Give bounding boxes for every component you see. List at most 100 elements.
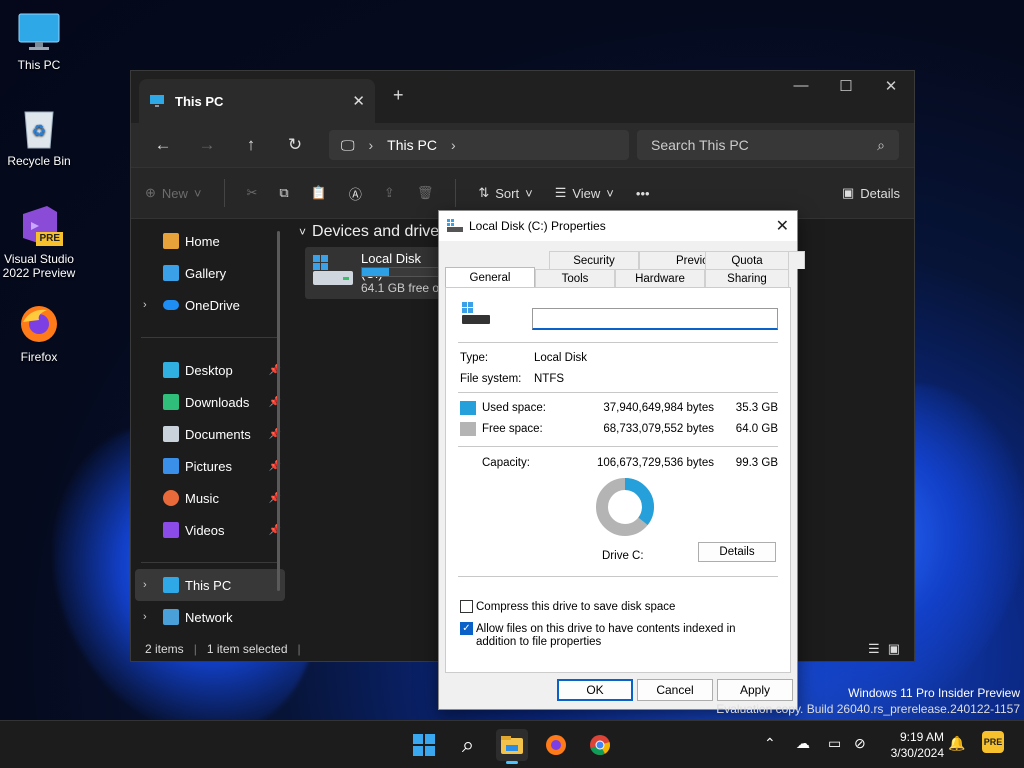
tab-hardware[interactable]: Hardware — [615, 269, 705, 287]
rename-icon[interactable]: Ⓐ — [349, 184, 362, 203]
close-window-icon[interactable]: ✕ — [871, 77, 911, 95]
view-icon: ☰ — [554, 185, 567, 200]
tab-general[interactable]: General — [445, 267, 535, 287]
chevron-right-icon[interactable]: › — [143, 299, 147, 311]
apply-button[interactable]: Apply — [717, 679, 793, 701]
nav-label: This PC — [185, 577, 232, 593]
dialog-title: Local Disk (C:) Properties — [469, 219, 606, 233]
tab-security[interactable]: Security — [549, 251, 639, 269]
desktop-icon-label: Firefox — [20, 350, 58, 364]
maximize-icon[interactable]: ☐ — [826, 77, 866, 95]
tab-this-pc[interactable]: This PC ✕ — [139, 79, 375, 123]
chevron-down-icon: ˅ — [299, 225, 307, 239]
divider — [458, 392, 778, 393]
file-system-value: NTFS — [534, 373, 565, 385]
share-icon[interactable]: ⇪ — [384, 185, 395, 201]
desktop-icon-firefox[interactable]: Firefox — [0, 302, 78, 364]
start-icon[interactable] — [408, 729, 440, 761]
search-placeholder: Search This PC — [651, 137, 749, 153]
nav-item-gallery[interactable]: Gallery — [131, 257, 289, 289]
nav-scrollbar[interactable] — [277, 231, 280, 591]
search-input[interactable]: Search This PC ⌕ — [637, 130, 899, 160]
nav-item-desktop[interactable]: Desktop 📌 — [131, 354, 289, 386]
properties-dialog: Local Disk (C:) Properties ✕ Security Pr… — [438, 210, 805, 710]
cloud-icon — [163, 300, 179, 310]
desktop-icon-recycle-bin[interactable]: ♻ Recycle Bin — [0, 106, 78, 168]
nav-divider — [141, 337, 279, 338]
cancel-button[interactable]: Cancel — [637, 679, 713, 701]
new-button[interactable]: ⊕ New ˅ — [145, 185, 202, 201]
nav-item-network[interactable]: › Network — [131, 601, 289, 633]
search-icon[interactable]: ⌕ — [452, 729, 484, 761]
paste-icon[interactable]: 📋 — [311, 185, 327, 201]
desktop-icon-this-pc[interactable]: This PC — [0, 10, 78, 72]
nav-item-videos[interactable]: Videos 📌 — [131, 514, 289, 546]
back-arrow-icon[interactable]: ← — [141, 135, 185, 155]
selection-count: 1 item selected — [206, 642, 288, 656]
minimize-icon[interactable]: — — [781, 77, 821, 94]
delete-icon[interactable]: 🗑 — [417, 185, 434, 201]
desktop-icon-visual-studio[interactable]: PRE Visual Studio 2022 Preview — [0, 204, 78, 280]
details-button[interactable]: Details — [698, 542, 776, 562]
chevron-right-icon[interactable]: › — [143, 611, 147, 623]
details-view-icon[interactable]: ☰ — [868, 641, 880, 657]
tab-sharing[interactable]: Sharing — [705, 269, 789, 287]
general-tab-panel: Type: Local Disk File system: NTFS Used … — [445, 287, 791, 673]
chevron-up-icon[interactable]: ⌃ — [764, 735, 776, 752]
more-options-button[interactable]: ••• — [636, 186, 650, 201]
index-checkbox[interactable]: ✓ — [460, 622, 473, 635]
toolbar-divider — [223, 179, 225, 207]
onedrive-offline-icon[interactable]: ☁ — [796, 735, 810, 752]
ok-button[interactable]: OK — [557, 679, 633, 701]
close-tab-icon[interactable]: ✕ — [352, 92, 365, 110]
compress-label: Compress this drive to save disk space — [476, 601, 676, 613]
nav-item-pictures[interactable]: Pictures 📌 — [131, 450, 289, 482]
tiles-view-icon[interactable]: ▣ — [888, 641, 900, 657]
desktop-folder-icon — [163, 362, 179, 378]
clock[interactable]: 9:19 AM 3/30/2024 — [891, 729, 944, 761]
compress-checkbox[interactable] — [460, 600, 473, 613]
tab-tools[interactable]: Tools — [535, 269, 615, 287]
nav-item-onedrive[interactable]: › OneDrive — [131, 289, 289, 321]
nav-item-downloads[interactable]: Downloads 📌 — [131, 386, 289, 418]
file-explorer-taskbar-icon[interactable] — [496, 729, 528, 764]
divider — [458, 342, 778, 343]
monitor-icon — [150, 95, 164, 107]
firefox-taskbar-icon[interactable] — [540, 729, 572, 761]
breadcrumb-this-pc[interactable]: This PC — [387, 137, 437, 153]
network-icon[interactable]: ⊘ — [854, 735, 866, 752]
up-arrow-icon[interactable]: ↑ — [229, 135, 273, 155]
dialog-tabs: Security Previous Versions Quota General… — [445, 249, 805, 287]
drive-tile-c[interactable]: Local Disk (C:) 64.1 GB free of — [305, 247, 445, 299]
details-pane-button[interactable]: ▣ Details — [842, 185, 900, 201]
section-header-label: Devices and drives — [312, 223, 448, 240]
copilot-pre-icon[interactable]: PRE — [982, 731, 1004, 753]
notification-bell-icon[interactable]: 🔔 — [948, 735, 965, 752]
chrome-taskbar-icon[interactable] — [584, 729, 616, 761]
section-header[interactable]: ˅ Devices and drives — [299, 223, 447, 241]
refresh-icon[interactable]: ↻ — [273, 135, 317, 155]
nav-item-this-pc[interactable]: › This PC — [135, 569, 285, 601]
chevron-right-icon[interactable]: › — [451, 137, 456, 153]
tab-bar: This PC ✕ + — ☐ ✕ — [131, 71, 914, 123]
forward-arrow-icon[interactable]: → — [185, 135, 229, 155]
drive-icon — [447, 219, 463, 232]
close-icon[interactable]: ✕ — [776, 216, 789, 236]
new-tab-button[interactable]: + — [393, 85, 404, 106]
copy-icon[interactable]: ⧉ — [279, 185, 288, 201]
chevron-right-icon[interactable]: › — [143, 579, 147, 591]
address-bar[interactable]: 🖵 › This PC › — [329, 130, 629, 160]
tab-quota[interactable]: Quota — [705, 251, 789, 269]
recycle-bin-icon: ♻ — [17, 106, 61, 150]
free-space-label: Free space: — [482, 423, 543, 435]
drive-label: Drive C: — [602, 550, 644, 562]
sort-button[interactable]: ⇅ Sort ˅ — [478, 185, 532, 201]
display-icon[interactable]: ▭ — [828, 735, 841, 752]
nav-item-documents[interactable]: Documents 📌 — [131, 418, 289, 450]
drive-name-field[interactable] — [532, 308, 778, 330]
nav-item-music[interactable]: Music 📌 — [131, 482, 289, 514]
cut-icon[interactable]: ✂ — [247, 185, 258, 201]
nav-item-home[interactable]: Home — [131, 225, 289, 257]
view-button[interactable]: ☰ View ˅ — [555, 185, 614, 201]
nav-label: Videos — [185, 522, 225, 538]
